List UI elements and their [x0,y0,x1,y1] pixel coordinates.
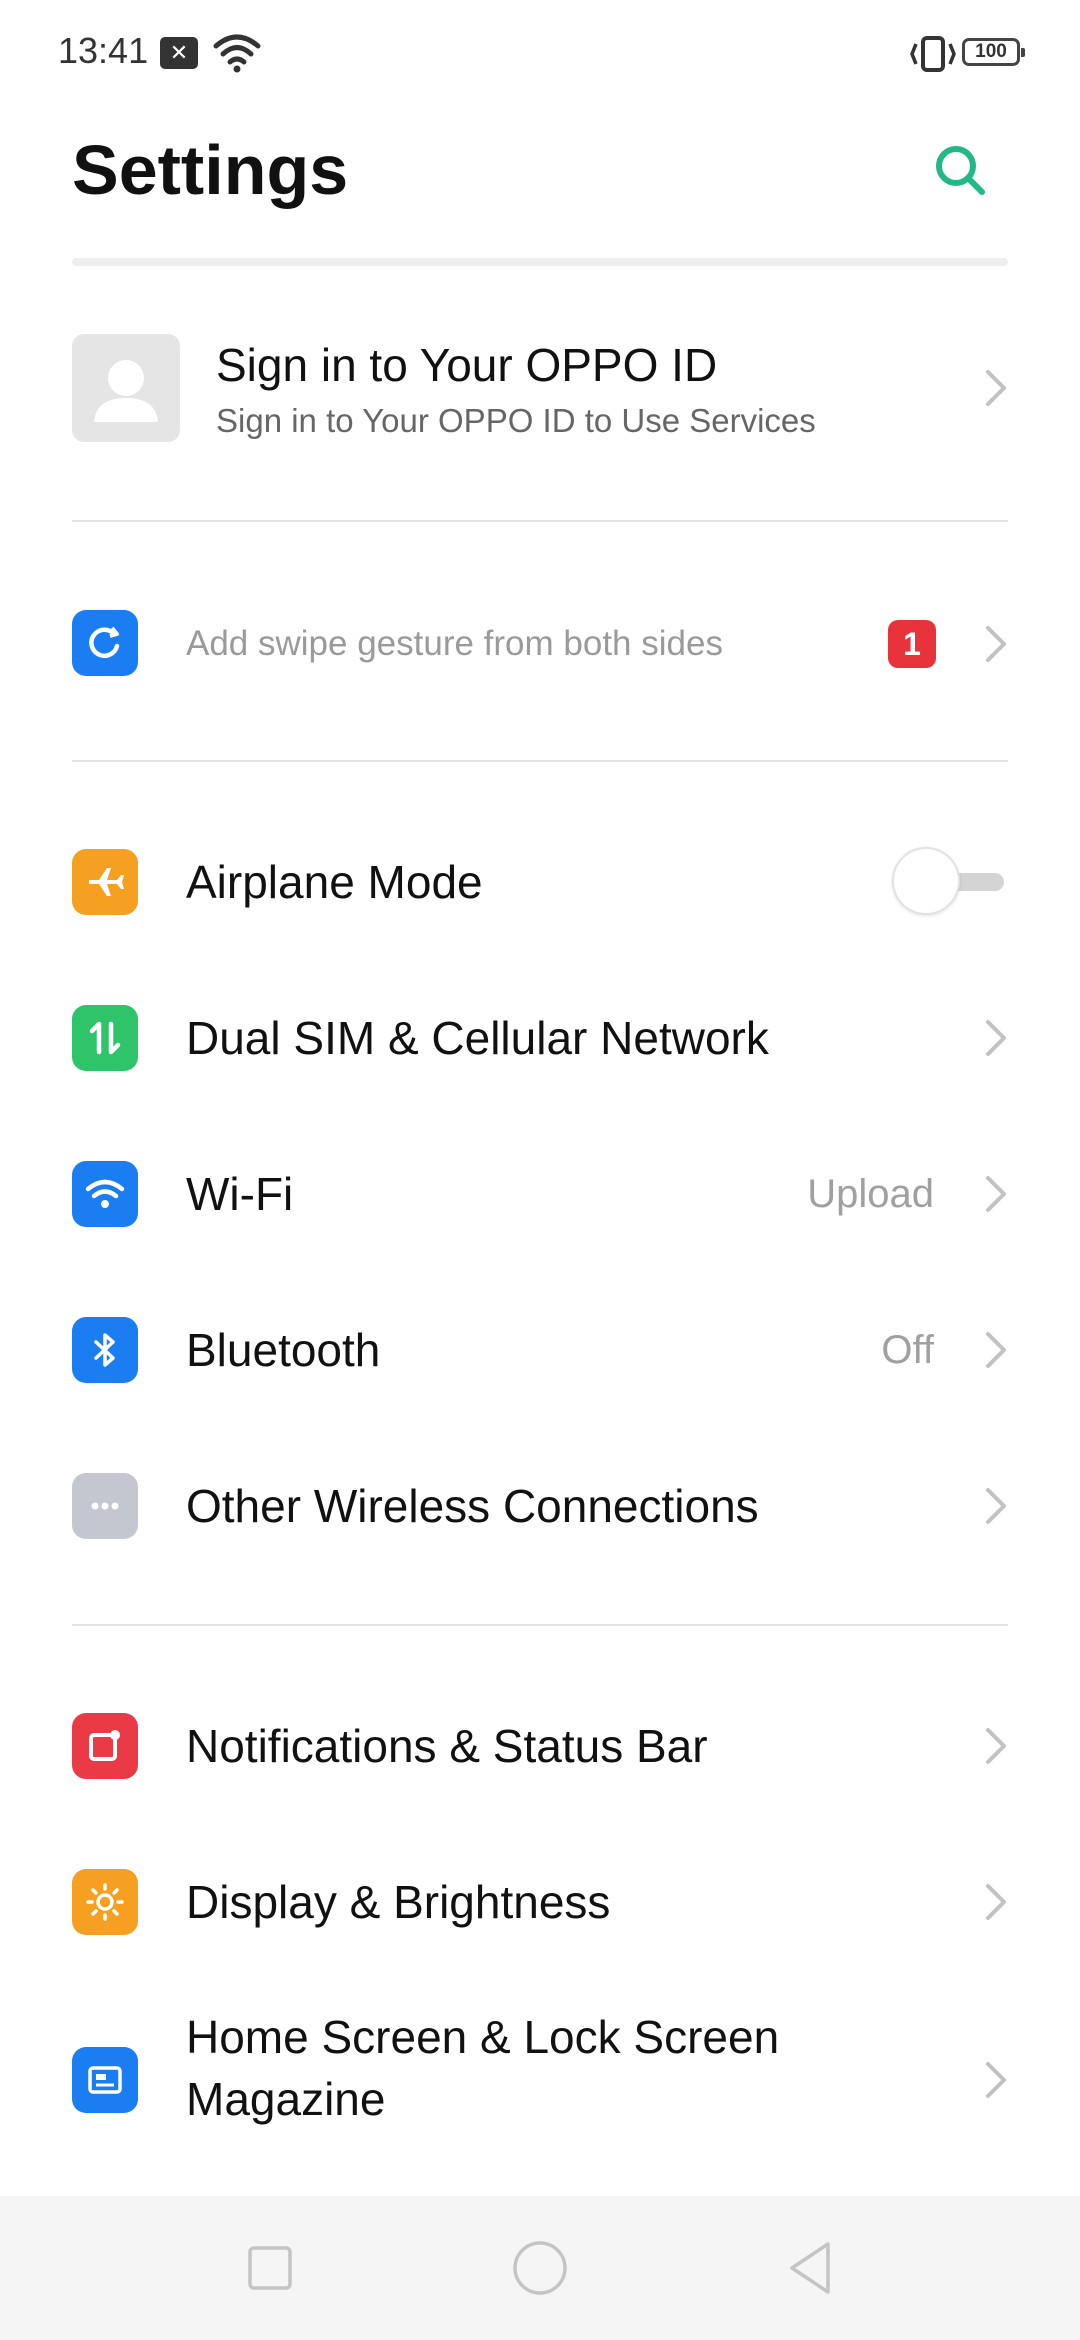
status-bar: 13:41 ✕ 100 [0,0,1080,110]
display-brightness-label: Display & Brightness [186,1876,611,1928]
section-divider [72,760,1008,762]
wifi-status-value: Upload [807,1172,934,1216]
chevron-right-icon [986,1884,1006,1920]
airplane-mode-label: Airplane Mode [186,856,483,908]
wifi-label: Wi-Fi [186,1168,294,1220]
chevron-right-icon [986,2062,1006,2098]
no-sim-icon: ✕ [160,37,198,69]
avatar [72,334,180,442]
section-divider [72,1624,1008,1626]
settings-item-notifications[interactable]: Notifications & Status Bar [0,1698,1080,1794]
home-button[interactable] [508,2236,572,2300]
bluetooth-label: Bluetooth [186,1324,381,1376]
chevron-right-icon [986,1020,1006,1056]
vibrate-icon [910,36,956,72]
person-icon [94,360,158,422]
swipe-gesture-icon [72,610,138,676]
back-button[interactable] [778,2236,842,2300]
search-icon[interactable] [930,140,990,200]
battery-icon: 100 [962,38,1025,66]
chevron-right-icon [986,1488,1006,1524]
bluetooth-status-value: Off [881,1328,934,1372]
chevron-right-icon [986,1728,1006,1764]
settings-item-airplane-mode[interactable]: Airplane Mode [0,834,1080,930]
page-title: Settings [72,131,349,209]
wallpaper-icon [72,2047,138,2113]
home-lock-magazine-label-line2: Magazine [186,2073,386,2125]
section-divider [72,520,1008,522]
status-time: 13:41 [58,30,149,71]
chevron-right-icon [986,626,1006,662]
chevron-right-icon [986,1176,1006,1212]
settings-item-display-brightness[interactable]: Display & Brightness [0,1854,1080,1950]
settings-item-dual-sim[interactable]: Dual SIM & Cellular Network [0,990,1080,1086]
notifications-label: Notifications & Status Bar [186,1720,708,1772]
navigation-bar [0,2196,1080,2340]
chevron-right-icon [986,370,1006,406]
swipe-gesture-hint-row[interactable]: Add swipe gesture from both sides 1 [0,600,1080,688]
wifi-status-icon [213,34,261,73]
settings-item-bluetooth[interactable]: Bluetooth Off [0,1302,1080,1398]
airplane-icon [72,849,138,915]
oppo-id-signin-row[interactable]: Sign in to Your OPPO ID Sign in to Your … [0,320,1080,460]
settings-item-wifi[interactable]: Wi-Fi Upload [0,1146,1080,1242]
brightness-icon [72,1869,138,1935]
recent-apps-button[interactable] [238,2236,302,2300]
wifi-icon [72,1161,138,1227]
swipe-gesture-hint-label: Add swipe gesture from both sides [186,624,723,663]
header-divider [72,258,1008,266]
sim-arrows-icon [72,1005,138,1071]
home-lock-magazine-label-line1: Home Screen & Lock Screen [186,2011,780,2063]
notification-icon [72,1713,138,1779]
bluetooth-icon [72,1317,138,1383]
notification-badge: 1 [888,620,936,668]
more-dots-icon [72,1473,138,1539]
dual-sim-label: Dual SIM & Cellular Network [186,1012,769,1064]
airplane-mode-toggle[interactable] [892,847,1008,917]
toggle-knob [892,847,960,915]
other-wireless-label: Other Wireless Connections [186,1480,759,1532]
chevron-right-icon [986,1332,1006,1368]
account-title: Sign in to Your OPPO ID [216,339,718,391]
settings-item-home-lock-magazine[interactable]: Home Screen & Lock Screen Magazine [0,2010,1080,2150]
settings-item-other-wireless[interactable]: Other Wireless Connections [0,1458,1080,1554]
account-subtitle: Sign in to Your OPPO ID to Use Services [216,402,816,439]
